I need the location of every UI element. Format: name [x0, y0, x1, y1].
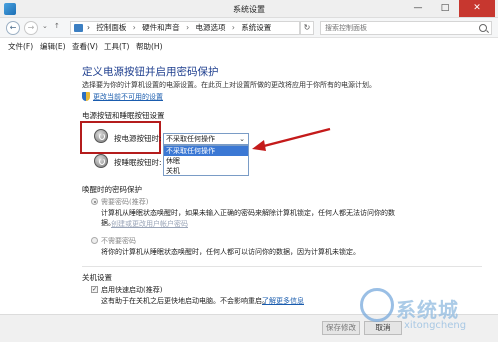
- search-box[interactable]: [320, 21, 492, 35]
- save-button[interactable]: 保存修改: [322, 321, 360, 335]
- wakeup-password-section-title: 唤醒时的密码保护: [82, 185, 142, 194]
- recent-pages-icon[interactable]: ⌄: [42, 22, 48, 30]
- forward-button[interactable]: →: [24, 21, 38, 35]
- fast-startup-description: 这有助于在关机之后更快地启动电脑。不会影响重启。: [101, 297, 269, 305]
- shutdown-section-title: 关机设置: [82, 273, 112, 282]
- dropdown-option-shutdown[interactable]: 关机: [164, 166, 248, 176]
- no-password-label: 不需要密码: [101, 237, 136, 245]
- power-button-action-value: 不采取任何操作: [166, 135, 215, 143]
- section-divider: [82, 266, 482, 267]
- refresh-button[interactable]: ↻: [300, 21, 314, 35]
- sleep-button-icon: [94, 154, 108, 168]
- require-password-radio[interactable]: [91, 198, 98, 205]
- page-title: 定义电源按钮并启用密码保护: [82, 66, 219, 78]
- maximize-button[interactable]: □: [432, 0, 458, 17]
- dropdown-option-do-nothing[interactable]: 不采取任何操作: [164, 146, 248, 156]
- breadcrumb-separator: ›: [186, 23, 190, 32]
- no-password-description: 将你的计算机从睡眠状态唤醒时，任何人都可以访问你的数据，因为计算机未锁定。: [101, 248, 360, 256]
- sleep-button-label: 按睡眠按钮时:: [114, 158, 162, 167]
- power-button-action-dropdown: 不采取任何操作 休眠 关机: [163, 145, 249, 176]
- menu-edit[interactable]: 编辑(E): [40, 41, 66, 52]
- require-password-description: 计算机从睡眠状态唤醒时，如果未输入正确的密码来解除计算机锁定，任何人都无法访问你…: [101, 209, 395, 217]
- address-bar: ← → ⌄ ↑ › 控制面板 › 硬件和声音 › 电源选项 › 系统设置 ↻: [0, 18, 498, 38]
- change-settings-link-text[interactable]: 更改当前不可用的设置: [93, 93, 163, 101]
- watermark-logo-icon: [360, 288, 394, 322]
- main-content: 定义电源按钮并启用密码保护 选择要为你的计算机设置的电源设置。在此页上对设置所做…: [0, 53, 498, 342]
- site-watermark: 系统城 xitongcheng: [360, 286, 480, 342]
- dropdown-option-hibernate[interactable]: 休眠: [164, 156, 248, 166]
- power-sleep-section-title: 电源按钮和睡眠按钮设置: [82, 111, 165, 120]
- no-password-radio[interactable]: [91, 237, 98, 244]
- title-bar: 系统设置 — □ ✕: [0, 0, 498, 18]
- menu-help[interactable]: 帮助(H): [136, 41, 163, 52]
- create-password-link[interactable]: 创建或更改用户帐户密码: [111, 219, 188, 229]
- breadcrumb-item-control-panel[interactable]: 控制面板: [96, 23, 126, 32]
- control-panel-icon: [74, 24, 83, 32]
- breadcrumb-item-system-settings[interactable]: 系统设置: [241, 23, 271, 32]
- watermark-subtext: xitongcheng: [404, 320, 467, 331]
- minimize-button[interactable]: —: [405, 0, 431, 17]
- back-button[interactable]: ←: [6, 21, 20, 35]
- breadcrumb-separator: ›: [87, 23, 90, 32]
- power-button-action-select[interactable]: 不采取任何操作 ⌄: [163, 133, 249, 145]
- up-icon[interactable]: ↑: [54, 22, 60, 30]
- breadcrumb-separator: ›: [231, 23, 235, 32]
- change-settings-link[interactable]: 更改当前不可用的设置: [82, 92, 163, 102]
- breadcrumb-separator: ›: [132, 23, 136, 32]
- require-password-label: 需要密码(推荐): [101, 198, 149, 206]
- breadcrumb[interactable]: › 控制面板 › 硬件和声音 › 电源选项 › 系统设置: [70, 21, 300, 35]
- fast-startup-checkbox[interactable]: ✓: [91, 286, 98, 293]
- breadcrumb-item-hardware-sound[interactable]: 硬件和声音: [142, 23, 180, 32]
- uac-shield-icon: [82, 92, 90, 101]
- menu-bar: 文件(F) 编辑(E) 查看(V) 工具(T) 帮助(H): [0, 38, 498, 53]
- menu-file[interactable]: 文件(F): [8, 41, 33, 52]
- fast-startup-label: 启用快速启动(推荐): [101, 286, 163, 294]
- breadcrumb-item-power-options[interactable]: 电源选项: [195, 23, 225, 32]
- power-button-icon: [94, 129, 108, 143]
- power-button-label: 按电源按钮时:: [114, 134, 162, 143]
- search-icon[interactable]: [479, 24, 487, 32]
- watermark-text: 系统城: [396, 298, 459, 322]
- menu-tools[interactable]: 工具(T): [104, 41, 129, 52]
- page-description: 选择要为你的计算机设置的电源设置。在此页上对设置所做的更改将应用于你所有的电源计…: [82, 81, 376, 89]
- chevron-down-icon: ⌄: [239, 135, 245, 143]
- learn-more-link[interactable]: 了解更多信息: [262, 296, 304, 306]
- close-button[interactable]: ✕: [459, 0, 495, 17]
- search-input[interactable]: [321, 22, 471, 34]
- red-arrow-annotation: [252, 127, 331, 151]
- menu-view[interactable]: 查看(V): [72, 41, 98, 52]
